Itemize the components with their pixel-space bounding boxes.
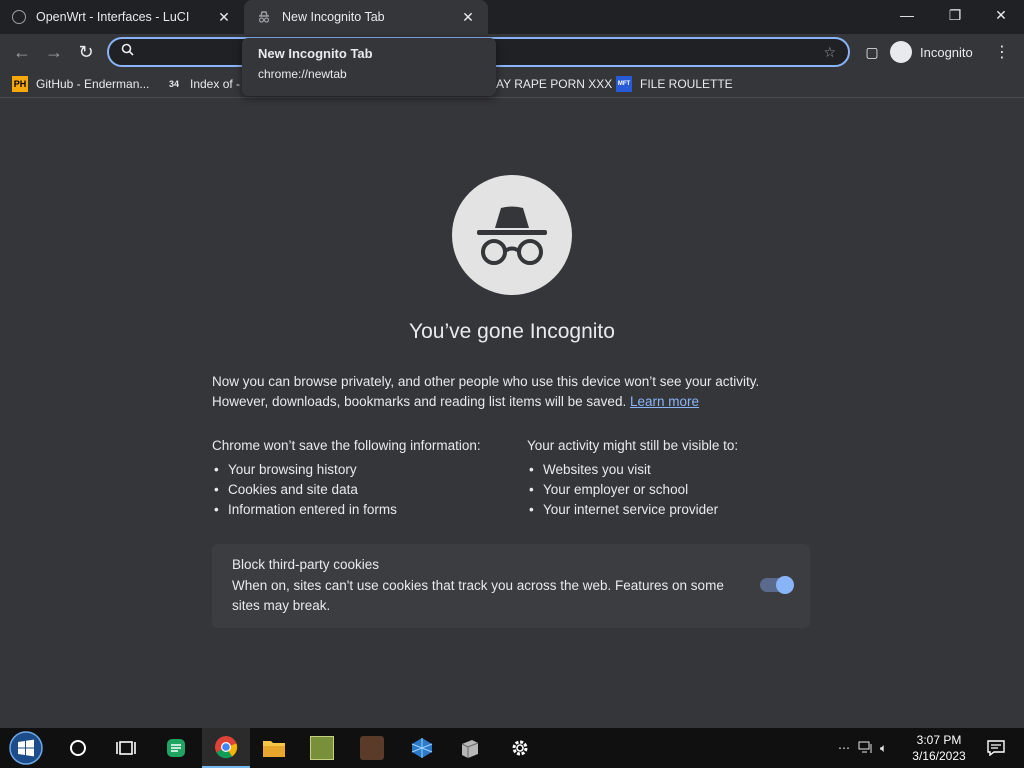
bookmark-label: AY RAPE PORN XXX bbox=[496, 77, 613, 91]
system-tray: ⋯ 🔈︎ bbox=[838, 728, 900, 768]
search-icon bbox=[121, 43, 134, 61]
bookmark-label: GitHub - Enderman... bbox=[36, 77, 150, 91]
wont-save-column: Chrome won’t save the following informat… bbox=[212, 436, 502, 520]
back-arrow-icon[interactable]: ← bbox=[8, 38, 36, 66]
bookmark-star-icon[interactable]: ☆ bbox=[823, 44, 836, 61]
index-icon: 34 bbox=[168, 79, 179, 89]
bookmarks-bar: PH GitHub - Enderman... 34 Index of - AY… bbox=[0, 70, 1024, 98]
restore-icon[interactable]: ❐ bbox=[932, 0, 978, 30]
bookmark-index[interactable]: 34 Index of - bbox=[166, 74, 240, 94]
tooltip-url: chrome://newtab bbox=[258, 67, 347, 81]
visible-to-column: Your activity might still be visible to:… bbox=[527, 436, 817, 520]
clock-time: 3:07 PM bbox=[916, 733, 962, 747]
wont-save-list: Your browsing history Cookies and site d… bbox=[212, 460, 502, 520]
tooltip-title: New Incognito Tab bbox=[258, 46, 373, 61]
block-cookies-toggle[interactable] bbox=[760, 576, 794, 594]
page-title: You’ve gone Incognito bbox=[409, 320, 615, 343]
notifications-icon[interactable] bbox=[976, 728, 1016, 768]
bookmark-label: Index of - bbox=[190, 77, 241, 91]
visible-to-title: Your activity might still be visible to: bbox=[527, 438, 739, 453]
incognito-profile-button[interactable]: Incognito bbox=[890, 39, 973, 65]
bookmark-third[interactable]: AY RAPE PORN XXX bbox=[496, 74, 612, 94]
ph-icon: PH bbox=[12, 76, 28, 92]
tab-title: OpenWrt - Interfaces - LuCI bbox=[36, 10, 190, 24]
mft-icon: MFT bbox=[616, 76, 632, 92]
globe-icon bbox=[12, 10, 26, 24]
tab-openwrt[interactable]: OpenWrt - Interfaces - LuCI ✕ bbox=[0, 0, 244, 34]
tab-close-icon[interactable]: ✕ bbox=[460, 9, 476, 25]
bookmark-file-roulette[interactable]: MFT FILE ROULETTE bbox=[616, 74, 733, 94]
cookie-title: Block third-party cookies bbox=[232, 557, 380, 572]
profile-label: Incognito bbox=[920, 44, 973, 60]
volume-icon[interactable]: 🔈︎ bbox=[880, 741, 900, 756]
forward-arrow-icon[interactable]: → bbox=[40, 38, 68, 66]
tab-title: New Incognito Tab bbox=[282, 10, 385, 24]
list-item: Information entered in forms bbox=[212, 500, 502, 520]
window-close-icon[interactable]: ✕ bbox=[978, 0, 1024, 30]
third-party-cookies-card: Block third-party cookies When on, sites… bbox=[212, 544, 810, 628]
tab-strip: OpenWrt - Interfaces - LuCI ✕ New Incogn… bbox=[0, 0, 1024, 34]
taskbar-clock[interactable]: 3:07 PM 3/16/2023 bbox=[906, 732, 972, 764]
bookmark-label: FILE ROULETTE bbox=[640, 77, 733, 91]
incognito-tab-icon bbox=[256, 9, 272, 25]
menu-dots-icon[interactable]: ⋮ bbox=[992, 38, 1012, 66]
wont-save-title: Chrome won’t save the following informat… bbox=[212, 438, 481, 453]
game-app-icon[interactable] bbox=[298, 728, 346, 768]
chrome-taskbar-icon[interactable] bbox=[202, 728, 250, 768]
media-app-icon[interactable] bbox=[348, 728, 396, 768]
windows-taskbar: ⋯ 🔈︎ 3:07 PM 3/16/2023 bbox=[0, 728, 1024, 768]
minimize-icon[interactable]: — bbox=[884, 0, 930, 30]
reload-icon[interactable]: ↻ bbox=[72, 38, 100, 66]
show-hidden-icons[interactable]: ⋯ bbox=[838, 741, 854, 755]
windows-logo-icon bbox=[9, 731, 43, 765]
list-item: Websites you visit bbox=[527, 460, 817, 480]
tab-close-icon[interactable]: ✕ bbox=[216, 9, 232, 25]
toolbar: ← → ↻ ☆ ▢ Incognito ⋮ bbox=[0, 34, 1024, 70]
bookmark-github[interactable]: PH GitHub - Enderman... bbox=[12, 74, 149, 94]
network-icon[interactable] bbox=[858, 740, 880, 757]
incognito-page: You’ve gone Incognito Now you can browse… bbox=[0, 98, 1024, 728]
toggle-knob bbox=[776, 576, 794, 594]
list-item: Your internet service provider bbox=[527, 500, 817, 520]
network-app-icon[interactable] bbox=[398, 728, 446, 768]
list-item: Cookies and site data bbox=[212, 480, 502, 500]
learn-more-link[interactable]: Learn more bbox=[630, 394, 699, 409]
extensions-icon[interactable]: ▢ bbox=[862, 38, 882, 66]
incognito-description: Now you can browse privately, and other … bbox=[212, 372, 812, 412]
file-explorer-icon[interactable] bbox=[250, 728, 298, 768]
sheets-icon[interactable] bbox=[152, 728, 200, 768]
incognito-avatar-icon bbox=[890, 41, 912, 63]
list-item: Your browsing history bbox=[212, 460, 502, 480]
installer-app-icon[interactable] bbox=[446, 728, 494, 768]
start-button[interactable] bbox=[2, 728, 50, 768]
cookie-description: When on, sites can't use cookies that tr… bbox=[232, 578, 724, 613]
search-circle-icon[interactable] bbox=[54, 728, 102, 768]
tab-hover-tooltip: New Incognito Tab chrome://newtab bbox=[242, 38, 496, 96]
task-view-icon[interactable] bbox=[102, 728, 150, 768]
tab-new-incognito[interactable]: New Incognito Tab ✕ bbox=[244, 0, 488, 34]
visible-to-list: Websites you visit Your employer or scho… bbox=[527, 460, 817, 520]
incognito-logo-icon bbox=[452, 175, 572, 295]
list-item: Your employer or school bbox=[527, 480, 817, 500]
clock-date: 3/16/2023 bbox=[912, 749, 966, 763]
settings-gear-icon[interactable] bbox=[496, 728, 544, 768]
